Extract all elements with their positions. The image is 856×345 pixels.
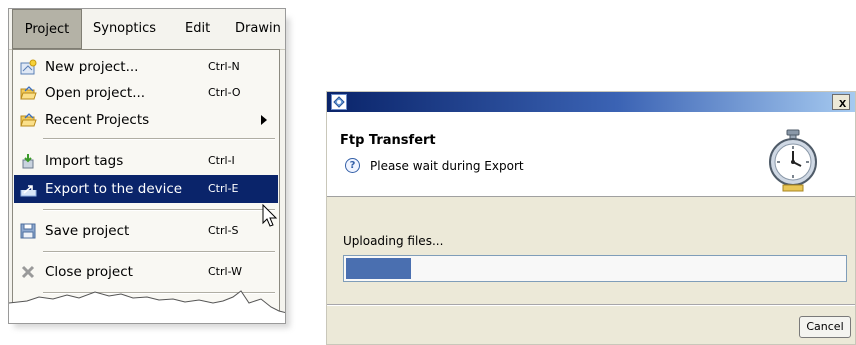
submenu-arrow-icon <box>261 115 267 125</box>
new-project-icon <box>20 59 37 75</box>
progress-bar <box>343 255 847 282</box>
menu-item-export-to-device[interactable]: Export to the device Ctrl-E <box>14 175 278 203</box>
menu-item-label: Recent Projects <box>45 112 150 128</box>
dialog-title: Ftp Transfert <box>340 133 436 148</box>
menubar: Project Synoptics Edit Drawin <box>9 9 285 50</box>
close-project-icon <box>21 265 35 279</box>
close-button[interactable]: x <box>832 94 850 110</box>
open-folder-icon <box>20 86 37 100</box>
menu-item-close-project[interactable]: Close project Ctrl-W <box>13 258 279 286</box>
menubar-edit[interactable]: Edit <box>185 9 210 49</box>
footer-divider <box>327 304 855 306</box>
menu-item-shortcut: Ctrl-E <box>208 182 239 195</box>
menubar-project[interactable]: Project <box>12 9 82 49</box>
menu-item-open-project[interactable]: Open project... Ctrl-O <box>13 79 279 107</box>
menu-separator <box>43 251 275 253</box>
dialog-titlebar[interactable]: x <box>327 92 855 112</box>
menu-item-label: Close project <box>45 264 133 280</box>
project-menu-screenshot: Project Synoptics Edit Drawin New projec… <box>8 8 290 330</box>
mouse-cursor-icon <box>262 204 278 227</box>
torn-edge <box>9 290 285 323</box>
menu-separator <box>43 138 275 140</box>
save-icon <box>20 223 36 239</box>
export-icon <box>20 185 37 197</box>
menubar-synoptics[interactable]: Synoptics <box>93 9 156 49</box>
menu-item-new-project[interactable]: New project... Ctrl-N <box>13 53 279 81</box>
menu-item-label: Save project <box>45 223 130 239</box>
stopwatch-icon <box>769 129 817 192</box>
import-icon <box>22 154 34 169</box>
menu-item-label: Open project... <box>45 85 146 101</box>
menu-item-shortcut: Ctrl-W <box>208 265 242 278</box>
question-icon: ? <box>345 158 360 173</box>
dialog-header: Ftp Transfert ? Please wait during Expor… <box>327 112 855 197</box>
ftp-transfer-dialog: x Ftp Transfert ? Please wait during Exp… <box>326 91 856 345</box>
menu-frame: Project Synoptics Edit Drawin New projec… <box>8 8 286 324</box>
menu-item-label: New project... <box>45 59 139 75</box>
cancel-button[interactable]: Cancel <box>799 316 851 338</box>
menu-item-shortcut: Ctrl-S <box>208 224 239 237</box>
menu-item-recent-projects[interactable]: Recent Projects <box>13 106 279 134</box>
progress-bar-fill <box>346 258 411 279</box>
menu-item-label: Export to the device <box>45 181 183 197</box>
project-menu: New project... Ctrl-N Open project... Ct… <box>12 49 280 319</box>
menu-separator <box>43 209 275 211</box>
menu-item-import-tags[interactable]: Import tags Ctrl-I <box>13 147 279 175</box>
menu-item-shortcut: Ctrl-O <box>208 86 241 99</box>
menu-item-shortcut: Ctrl-I <box>208 154 235 167</box>
app-icon <box>331 94 347 110</box>
dialog-message: Please wait during Export <box>370 159 524 173</box>
menu-item-shortcut: Ctrl-N <box>208 60 240 73</box>
menu-item-save-project[interactable]: Save project Ctrl-S <box>13 217 279 245</box>
menubar-drawing[interactable]: Drawin <box>235 9 281 49</box>
status-label: Uploading files... <box>343 234 444 248</box>
menu-item-label: Import tags <box>45 153 124 169</box>
open-folder-icon <box>20 113 37 127</box>
